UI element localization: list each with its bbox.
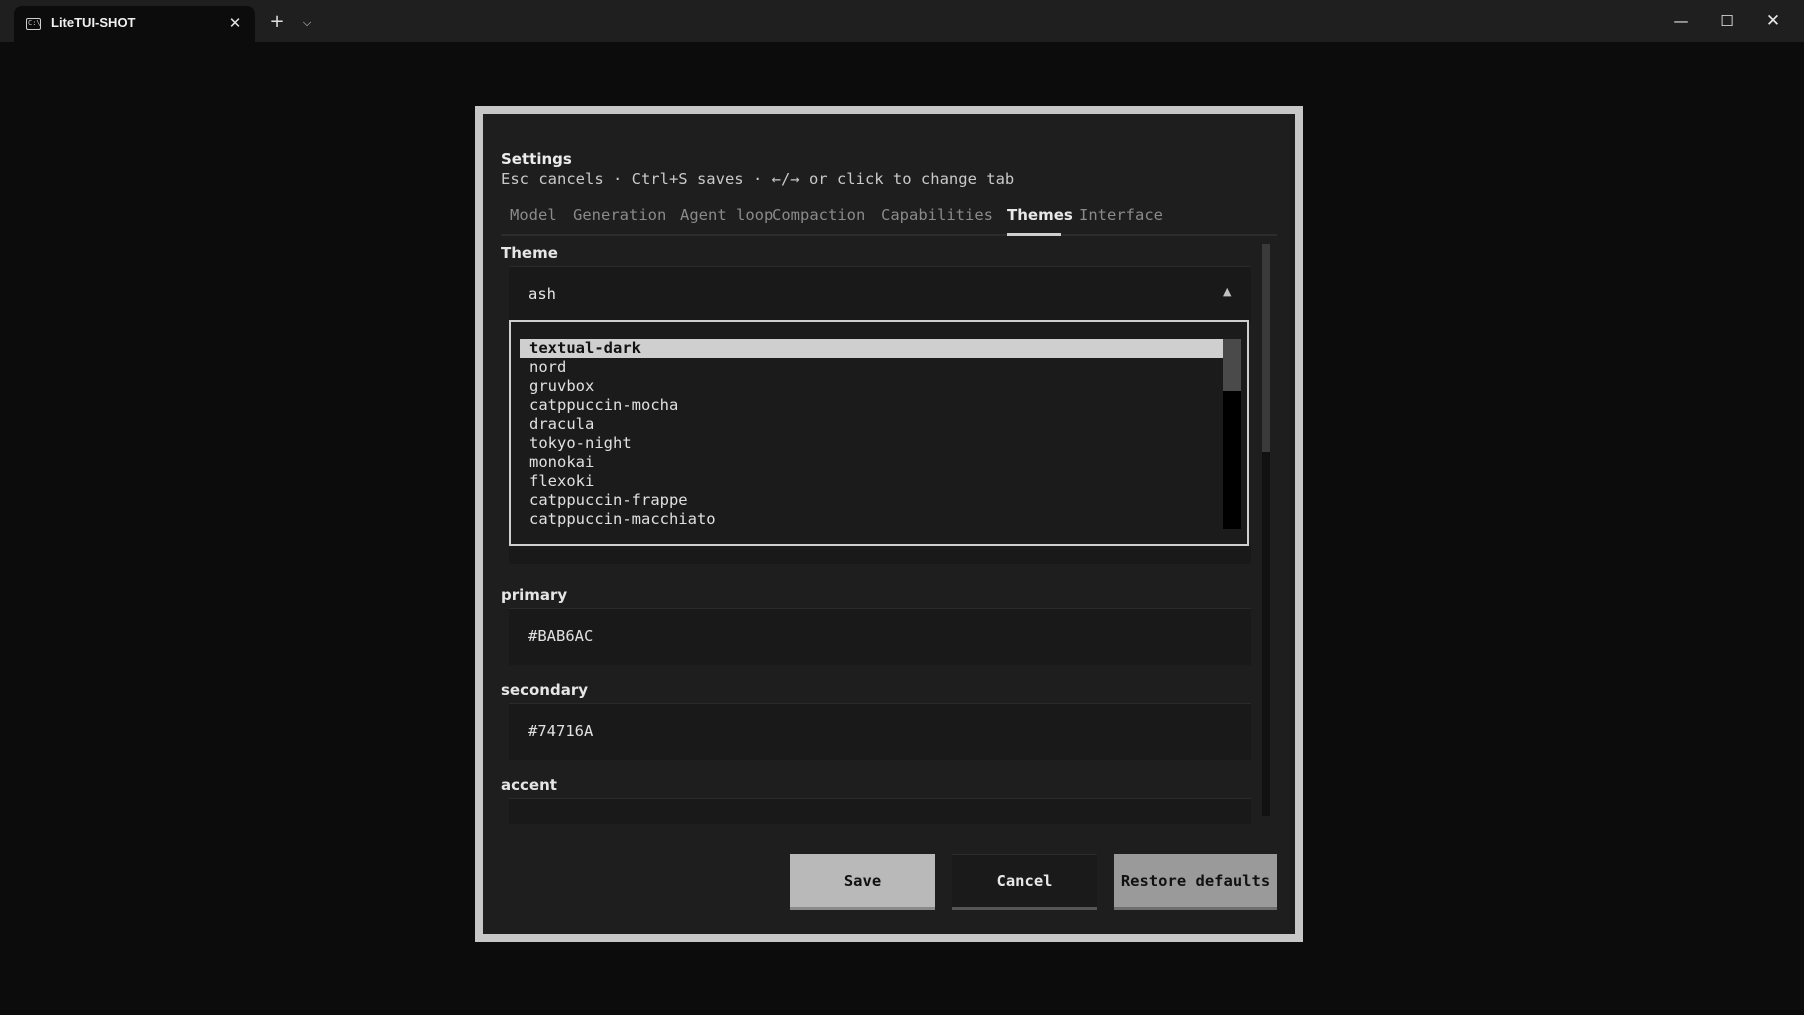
theme-option[interactable]: monokai bbox=[520, 453, 1223, 472]
themes-form: Theme ash ▲ textual-dark nord gruvbox ca… bbox=[483, 244, 1295, 824]
close-icon[interactable]: ✕ bbox=[225, 13, 245, 33]
theme-option[interactable]: flexoki bbox=[520, 472, 1223, 491]
accent-color-input[interactable] bbox=[509, 798, 1251, 824]
cancel-button[interactable]: Cancel bbox=[952, 854, 1097, 910]
theme-select-edge bbox=[509, 544, 1251, 564]
tab-title: LiteTUI-SHOT bbox=[51, 15, 136, 30]
theme-option[interactable]: catppuccin-frappe bbox=[520, 491, 1223, 510]
title-bar: C:\ LiteTUI-SHOT ✕ + ⌵ — ☐ ✕ bbox=[0, 0, 1804, 42]
plus-icon[interactable]: + bbox=[266, 11, 288, 33]
accent-label: accent bbox=[501, 776, 557, 794]
triangle-up-icon: ▲ bbox=[1223, 285, 1232, 298]
save-button[interactable]: Save bbox=[790, 854, 935, 910]
theme-dropdown-list[interactable]: textual-dark nord gruvbox catppuccin-moc… bbox=[509, 320, 1249, 546]
primary-label: primary bbox=[501, 586, 568, 604]
theme-select-value: ash bbox=[528, 285, 556, 303]
theme-option[interactable]: catppuccin-macchiato bbox=[520, 510, 1223, 529]
terminal-icon: C:\ bbox=[26, 18, 41, 30]
theme-option[interactable]: gruvbox bbox=[520, 377, 1223, 396]
dialog-title: Settings bbox=[501, 150, 572, 168]
secondary-color-input[interactable]: #74716A bbox=[509, 703, 1251, 760]
tab-compaction[interactable]: Compaction bbox=[772, 206, 865, 224]
tab-interface[interactable]: Interface bbox=[1079, 206, 1163, 224]
theme-select[interactable]: ash ▲ bbox=[509, 266, 1251, 323]
terminal-tab[interactable]: C:\ LiteTUI-SHOT ✕ bbox=[14, 6, 255, 42]
secondary-color-value: #74716A bbox=[528, 722, 594, 740]
theme-option[interactable]: catppuccin-mocha bbox=[520, 396, 1223, 415]
chevron-down-icon[interactable]: ⌵ bbox=[298, 12, 316, 34]
settings-panel: Settings Esc cancels · Ctrl+S saves · ←/… bbox=[483, 114, 1295, 934]
theme-option[interactable]: nord bbox=[520, 358, 1223, 377]
form-scrollbar-thumb[interactable] bbox=[1262, 244, 1270, 452]
theme-label: Theme bbox=[501, 244, 558, 262]
active-tab-indicator bbox=[1007, 233, 1061, 236]
tab-agent-loop[interactable]: Agent loop bbox=[680, 206, 773, 224]
maximize-icon[interactable]: ☐ bbox=[1712, 8, 1742, 34]
window-close-icon[interactable]: ✕ bbox=[1758, 8, 1788, 34]
tab-capabilities[interactable]: Capabilities bbox=[881, 206, 993, 224]
minimize-icon[interactable]: — bbox=[1666, 8, 1696, 34]
dropdown-scrollbar-thumb[interactable] bbox=[1223, 339, 1241, 391]
tab-bar: Model Generation Agent loop Compaction C… bbox=[501, 206, 1277, 236]
primary-color-value: #BAB6AC bbox=[528, 627, 594, 645]
theme-option[interactable]: tokyo-night bbox=[520, 434, 1223, 453]
primary-color-input[interactable]: #BAB6AC bbox=[509, 608, 1251, 665]
secondary-label: secondary bbox=[501, 681, 589, 699]
settings-dialog: Settings Esc cancels · Ctrl+S saves · ←/… bbox=[475, 106, 1303, 942]
tab-generation[interactable]: Generation bbox=[573, 206, 666, 224]
tab-model[interactable]: Model bbox=[510, 206, 557, 224]
tab-themes[interactable]: Themes bbox=[1007, 206, 1073, 224]
restore-defaults-button[interactable]: Restore defaults bbox=[1114, 854, 1277, 910]
tab-bar-divider bbox=[501, 234, 1277, 236]
theme-option[interactable]: dracula bbox=[520, 415, 1223, 434]
theme-option[interactable]: textual-dark bbox=[520, 339, 1223, 358]
dialog-hint: Esc cancels · Ctrl+S saves · ←/→ or clic… bbox=[501, 170, 1015, 188]
